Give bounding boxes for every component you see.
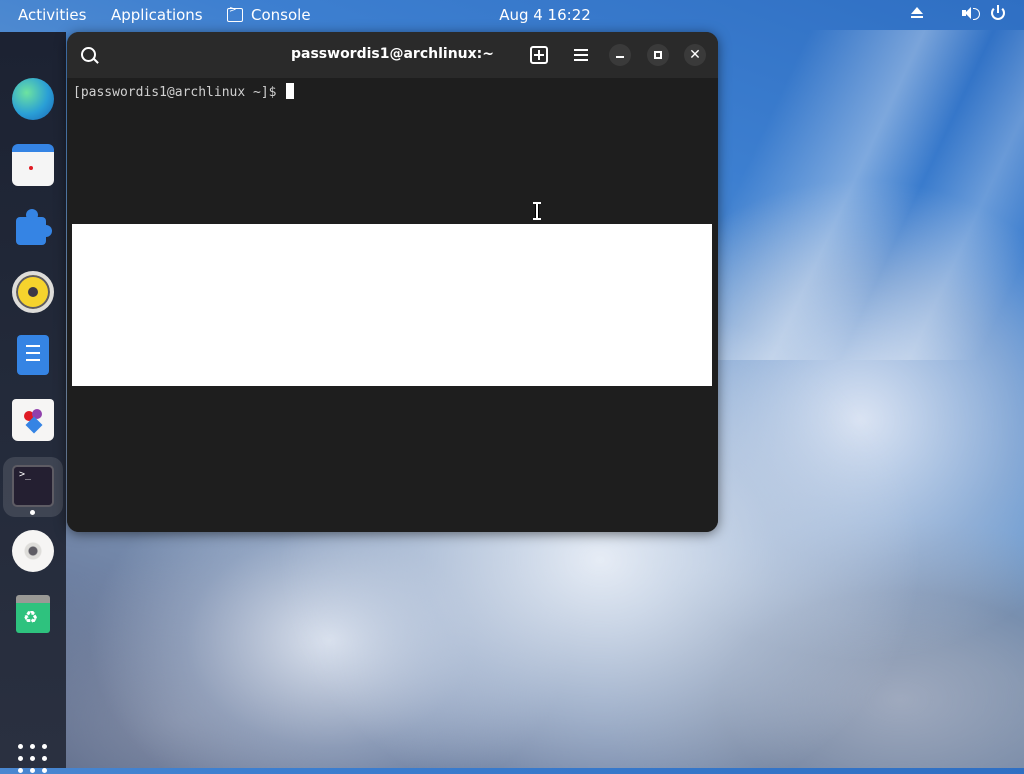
document-icon[interactable] [17, 335, 49, 375]
bag-icon[interactable] [12, 399, 54, 441]
menu-icon[interactable] [572, 44, 594, 66]
calendar-icon[interactable] [12, 144, 54, 186]
terminal-headerbar[interactable]: passwordis1@archlinux:~ ✕ [67, 32, 718, 78]
dock [0, 32, 66, 773]
speaker-icon[interactable] [12, 271, 54, 313]
terminal-output[interactable]: [passwordis1@archlinux ~]$ [67, 78, 718, 532]
ibeam-cursor-icon [533, 202, 541, 220]
power-icon[interactable] [991, 5, 1005, 20]
minimize-button[interactable] [609, 44, 631, 66]
eject-icon[interactable] [910, 6, 924, 20]
shell-prompt: [passwordis1@archlinux ~]$ [73, 83, 295, 100]
terminal-icon[interactable] [12, 465, 54, 507]
globe-icon[interactable] [12, 78, 54, 120]
clock[interactable]: Aug 4 16:22 [0, 6, 1024, 24]
wallpaper-light-rays [718, 30, 1024, 360]
new-tab-icon[interactable] [530, 46, 548, 64]
text-cursor [286, 83, 295, 99]
close-icon[interactable]: ✕ [684, 44, 706, 66]
prompt-text: [passwordis1@archlinux ~]$ [73, 85, 285, 100]
maximize-button[interactable] [647, 44, 669, 66]
top-bar: Activities Applications Console Aug 4 16… [0, 0, 1024, 32]
recycle-icon[interactable] [16, 595, 50, 633]
terminal-window[interactable]: passwordis1@archlinux:~ ✕ [passwordis1@a… [67, 32, 718, 532]
apps-grid-icon[interactable] [18, 744, 48, 774]
disc-icon[interactable] [12, 530, 54, 572]
volume-icon[interactable] [962, 6, 980, 22]
puzzle-icon[interactable] [12, 207, 54, 249]
running-indicator [30, 510, 35, 515]
blank-overlay [72, 224, 712, 386]
